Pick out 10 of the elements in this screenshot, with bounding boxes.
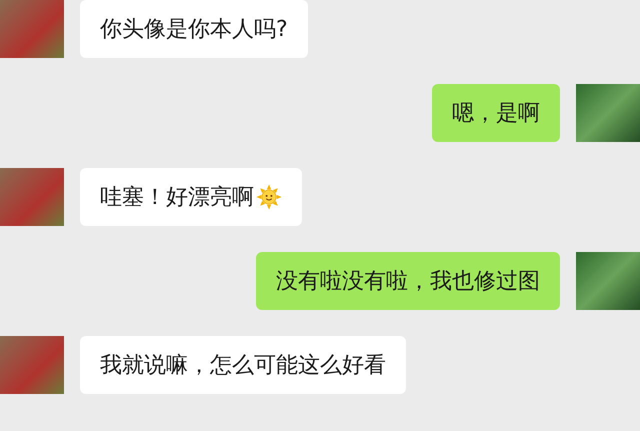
message-text: 我就说嘛，怎么可能这么好看 (100, 352, 386, 380)
avatar-photo-placeholder[interactable] (0, 0, 64, 58)
message-text: 你头像是你本人吗? (100, 16, 288, 44)
avatar-photo-placeholder[interactable] (576, 252, 640, 310)
message-text: 没有啦没有啦，我也修过图 (276, 268, 540, 296)
avatar-photo-placeholder[interactable] (576, 84, 640, 142)
avatar-photo-placeholder[interactable] (0, 168, 64, 226)
message-text: 嗯，是啊 (452, 100, 540, 128)
message-text: 哇塞！好漂亮啊 (100, 184, 254, 212)
avatar-photo-placeholder[interactable] (0, 336, 64, 394)
